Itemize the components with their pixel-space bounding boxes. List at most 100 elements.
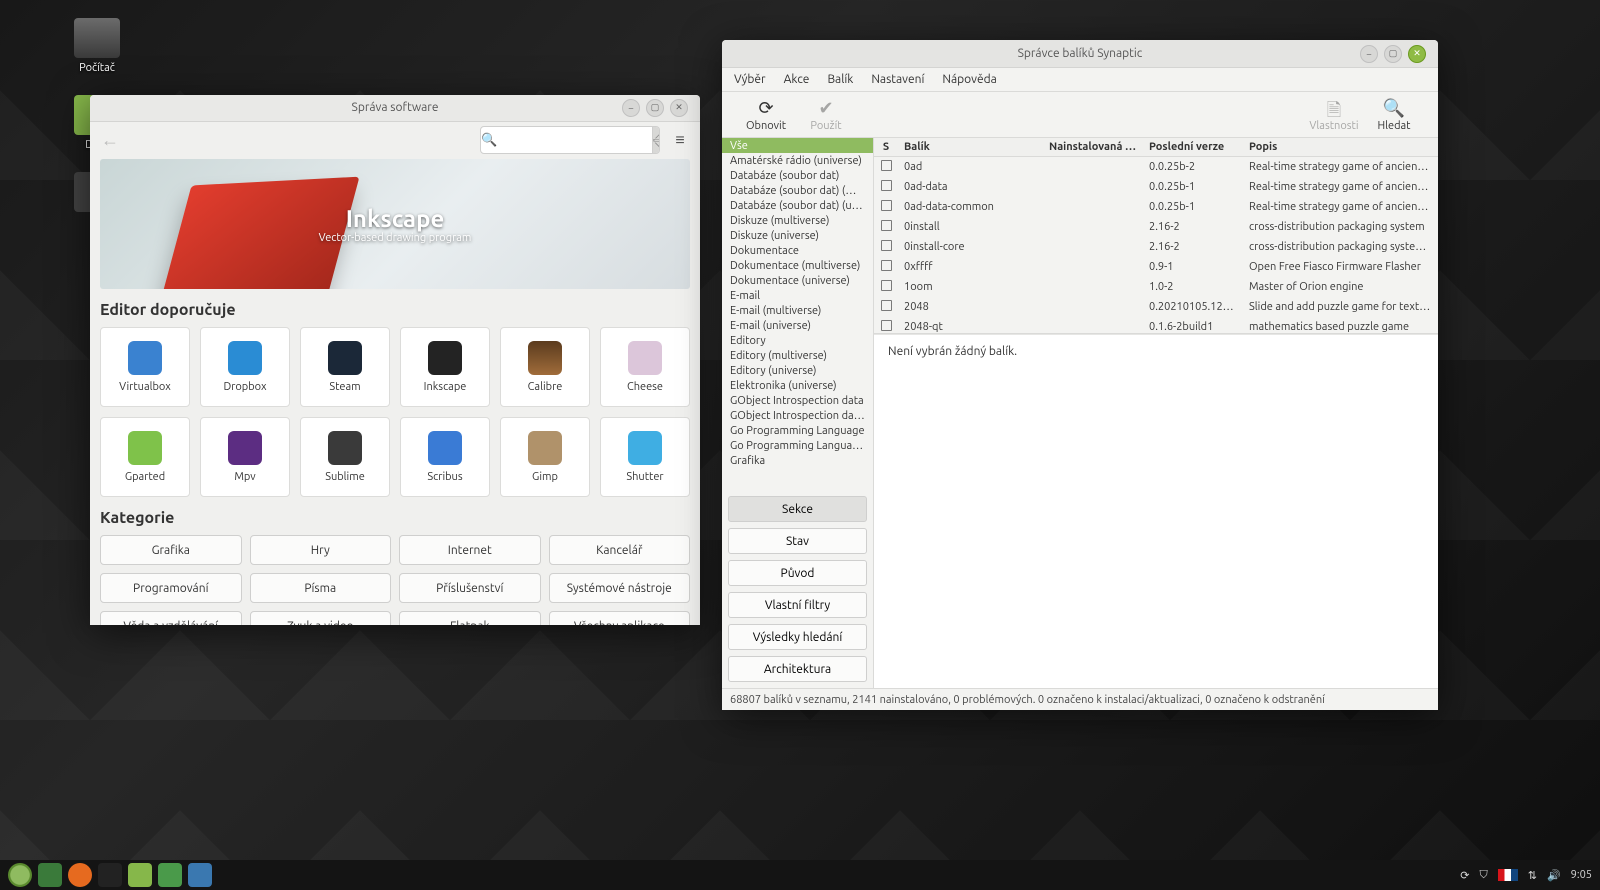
category-row[interactable]: Editory (722, 333, 873, 348)
category-button[interactable]: Písma (250, 573, 392, 603)
category-button[interactable]: Grafika (100, 535, 242, 565)
table-row[interactable]: 0ad0.0.25b-2Real-time strategy game of a… (874, 157, 1438, 177)
category-row[interactable]: Dokumentace (universe) (722, 273, 873, 288)
taskbar-app-1[interactable] (158, 863, 182, 887)
terminal-launcher[interactable] (98, 863, 122, 887)
search-button[interactable]: 🔍Hledat (1364, 98, 1424, 132)
category-row[interactable]: E-mail (universe) (722, 318, 873, 333)
maximize-button[interactable]: ▢ (1384, 45, 1402, 63)
col-package[interactable]: Balík (898, 138, 1043, 156)
package-checkbox[interactable] (881, 280, 892, 291)
category-row[interactable]: Amatérské rádio (universe) (722, 153, 873, 168)
table-row[interactable]: 0ad-data-common0.0.25b-1Real-time strate… (874, 197, 1438, 217)
package-checkbox[interactable] (881, 220, 892, 231)
category-button[interactable]: Věda a vzdělávání (100, 611, 242, 625)
category-row[interactable]: E-mail (722, 288, 873, 303)
back-button[interactable]: ← (98, 128, 122, 152)
category-row[interactable]: GObject Introspection data (722, 393, 873, 408)
filter-button[interactable]: Výsledky hledání (728, 624, 867, 650)
category-row[interactable]: Elektronika (universe) (722, 378, 873, 393)
category-row[interactable]: Databáze (soubor dat) (multiverse) (722, 183, 873, 198)
col-status[interactable]: S (874, 138, 898, 156)
table-row[interactable]: 20480.20210105.1243-1Slide and add puzzl… (874, 297, 1438, 317)
keyboard-layout-icon[interactable] (1498, 869, 1518, 881)
app-tile-virtualbox[interactable]: Virtualbox (100, 327, 190, 407)
category-row[interactable]: Go Programming Language (722, 423, 873, 438)
minimize-button[interactable]: – (1360, 45, 1378, 63)
app-tile-scribus[interactable]: Scribus (400, 417, 490, 497)
package-checkbox[interactable] (881, 260, 892, 271)
table-header[interactable]: S Balík Nainstalovaná verze Poslední ver… (874, 138, 1438, 157)
category-button[interactable]: Hry (250, 535, 392, 565)
table-row[interactable]: 1oom1.0-2Master of Orion engine (874, 277, 1438, 297)
col-description[interactable]: Popis (1243, 138, 1438, 156)
category-row[interactable]: Editory (universe) (722, 363, 873, 378)
package-checkbox[interactable] (881, 300, 892, 311)
category-button[interactable]: Internet (399, 535, 541, 565)
table-row[interactable]: 0xffff0.9-1Open Free Fiasco Firmware Fla… (874, 257, 1438, 277)
category-row[interactable]: Databáze (soubor dat) (universe) (722, 198, 873, 213)
desktop-icon-computer[interactable]: Počítač (58, 18, 136, 74)
package-checkbox[interactable] (881, 160, 892, 171)
filter-button[interactable]: Stav (728, 528, 867, 554)
app-tile-calibre[interactable]: Calibre (500, 327, 590, 407)
app-tile-mpv[interactable]: Mpv (200, 417, 290, 497)
table-row[interactable]: 0install-core2.16-2cross-distribution pa… (874, 237, 1438, 257)
category-row[interactable]: Grafika (722, 453, 873, 468)
firefox-launcher[interactable] (68, 863, 92, 887)
category-button[interactable]: Všechny aplikace (549, 611, 691, 625)
filter-button[interactable]: Architektura (728, 656, 867, 682)
menu-item[interactable]: Akce (784, 73, 810, 86)
package-checkbox[interactable] (881, 240, 892, 251)
category-row[interactable]: Vše (722, 138, 873, 153)
col-installed[interactable]: Nainstalovaná verze (1043, 138, 1143, 156)
search-input[interactable] (497, 127, 652, 153)
close-button[interactable]: ✕ (1408, 45, 1426, 63)
tray-shield-icon[interactable]: ⛉ (1480, 869, 1488, 882)
category-list[interactable]: VšeAmatérské rádio (universe)Databáze (s… (722, 138, 874, 490)
app-tile-cheese[interactable]: Cheese (600, 327, 690, 407)
menu-item[interactable]: Nastavení (871, 73, 924, 86)
menu-item[interactable]: Balík (827, 73, 853, 86)
category-row[interactable]: Diskuze (multiverse) (722, 213, 873, 228)
filter-button[interactable]: Vlastní filtry (728, 592, 867, 618)
volume-icon[interactable]: 🔊 (1547, 869, 1561, 882)
category-button[interactable]: Programování (100, 573, 242, 603)
featured-banner[interactable]: Inkscape Vector-based drawing program (100, 159, 690, 289)
category-button[interactable]: Flatpak (399, 611, 541, 625)
app-tile-inkscape[interactable]: Inkscape (400, 327, 490, 407)
category-row[interactable]: Editory (multiverse) (722, 348, 873, 363)
category-row[interactable]: E-mail (multiverse) (722, 303, 873, 318)
files-launcher[interactable] (128, 863, 152, 887)
category-row[interactable]: Diskuze (universe) (722, 228, 873, 243)
category-row[interactable]: GObject Introspection data (universe) (722, 408, 873, 423)
clock[interactable]: 9:05 (1571, 869, 1592, 881)
app-tile-shutter[interactable]: Shutter (600, 417, 690, 497)
network-icon[interactable]: ⇅ (1528, 869, 1537, 882)
category-row[interactable]: Dokumentace (multiverse) (722, 258, 873, 273)
table-row[interactable]: 0install2.16-2cross-distribution packagi… (874, 217, 1438, 237)
category-row[interactable]: Databáze (soubor dat) (722, 168, 873, 183)
package-checkbox[interactable] (881, 320, 892, 331)
titlebar[interactable]: Správa software – ▢ ✕ (90, 95, 700, 122)
app-tile-dropbox[interactable]: Dropbox (200, 327, 290, 407)
category-row[interactable]: Go Programming Language (universe) (722, 438, 873, 453)
app-tile-sublime[interactable]: Sublime (300, 417, 390, 497)
hamburger-menu-button[interactable]: ≡ (668, 128, 692, 152)
start-menu-button[interactable] (8, 863, 32, 887)
package-checkbox[interactable] (881, 200, 892, 211)
category-button[interactable]: Systémové nástroje (549, 573, 691, 603)
show-desktop-button[interactable] (38, 863, 62, 887)
table-row[interactable]: 0ad-data0.0.25b-1Real-time strategy game… (874, 177, 1438, 197)
tray-update-icon[interactable]: ⟳ (1460, 869, 1469, 882)
category-button[interactable]: Zvuk a video (250, 611, 392, 625)
taskbar-app-2[interactable] (188, 863, 212, 887)
category-row[interactable]: Dokumentace (722, 243, 873, 258)
app-tile-gimp[interactable]: Gimp (500, 417, 590, 497)
col-latest[interactable]: Poslední verze (1143, 138, 1243, 156)
minimize-button[interactable]: – (622, 99, 640, 117)
menu-item[interactable]: Výběr (734, 73, 766, 86)
category-button[interactable]: Kancelář (549, 535, 691, 565)
titlebar[interactable]: Správce balíků Synaptic – ▢ ✕ (722, 40, 1438, 68)
filter-button[interactable]: Sekce (728, 496, 867, 522)
